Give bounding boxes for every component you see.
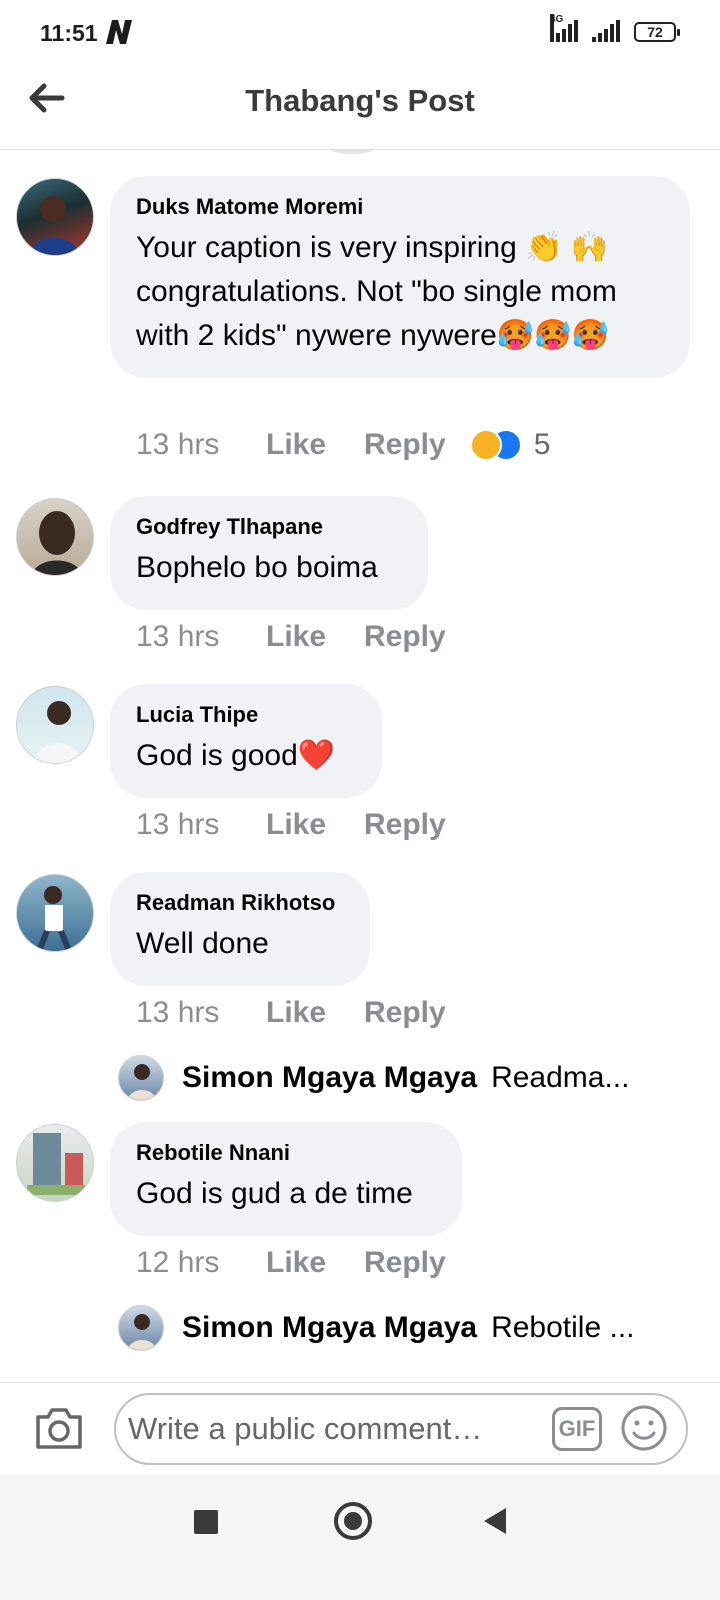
comment-actions: 13 hrs Like Reply 5: [136, 428, 550, 462]
reply-preview[interactable]: Simon Mgaya Mgaya Rebotile ...: [118, 1302, 635, 1354]
reply-preview[interactable]: Simon Mgaya Mgaya Readma...: [118, 1052, 629, 1104]
avatar[interactable]: [16, 874, 94, 952]
avatar[interactable]: [118, 1055, 164, 1101]
comment-bubble[interactable]: Duks Matome Moremi Your caption is very …: [110, 176, 690, 378]
reply-button[interactable]: Reply: [364, 996, 446, 1030]
reply-snippet: Rebotile ...: [491, 1311, 635, 1344]
battery-icon: 72: [634, 22, 680, 42]
reply-button[interactable]: Reply: [364, 1246, 446, 1280]
home-circle-icon[interactable]: [334, 1502, 372, 1540]
comment-text: Well done: [136, 927, 269, 960]
comment-actions: 13 hrs Like Reply: [136, 996, 446, 1030]
back-triangle-icon[interactable]: [484, 1508, 506, 1534]
comment-actions: 13 hrs Like Reply: [136, 808, 446, 842]
comment-actions: 12 hrs Like Reply: [136, 1246, 446, 1280]
comment-author[interactable]: Readman Rikhotso: [136, 890, 344, 916]
like-button[interactable]: Like: [266, 996, 364, 1030]
system-nav-bar: [0, 1474, 720, 1600]
signal-icon-2: [592, 20, 620, 42]
avatar[interactable]: [16, 178, 94, 256]
comment-time[interactable]: 12 hrs: [136, 1246, 266, 1280]
comment-actions: 13 hrs Like Reply: [136, 620, 446, 654]
header: Thabang's Post: [0, 66, 720, 150]
comment-composer: GIF: [0, 1382, 720, 1474]
reaction-summary[interactable]: 5: [469, 428, 551, 462]
network-type: 4G: [550, 14, 563, 42]
like-button[interactable]: Like: [266, 1246, 364, 1280]
comment-input-container[interactable]: GIF: [114, 1393, 688, 1465]
battery-level: 72: [647, 24, 663, 40]
comment-bubble[interactable]: Readman Rikhotso Well done: [110, 872, 370, 986]
comment-bubble[interactable]: Rebotile Nnani God is gud a de time: [110, 1122, 462, 1236]
comment-author[interactable]: Duks Matome Moremi: [136, 194, 664, 220]
page-title: Thabang's Post: [245, 83, 475, 118]
comment-text: Bophelo bo boima: [136, 551, 378, 584]
comment-time[interactable]: 13 hrs: [136, 808, 266, 842]
comment-bubble[interactable]: Godfrey Tlhapane Bophelo bo boima: [110, 496, 428, 610]
signal-icon: 4G: [550, 14, 578, 42]
reply-author[interactable]: Simon Mgaya Mgaya: [182, 1061, 477, 1095]
recents-square-icon[interactable]: [194, 1510, 218, 1534]
avatar[interactable]: [118, 1305, 164, 1351]
avatar[interactable]: [16, 498, 94, 576]
status-bar: 11:51 4G 72: [0, 0, 720, 66]
reaction-count: 5: [533, 428, 551, 461]
reply-author[interactable]: Simon Mgaya Mgaya: [182, 1311, 477, 1345]
status-icons: 4G 72: [550, 14, 680, 42]
reply-button[interactable]: Reply: [364, 428, 446, 462]
previous-comment-edge: [330, 150, 374, 154]
comment-author[interactable]: Lucia Thipe: [136, 702, 356, 728]
comment-text: Your caption is very inspiring 👏 🙌 congr…: [136, 231, 617, 352]
netflix-notification-icon: [106, 20, 132, 44]
avatar[interactable]: [16, 686, 94, 764]
reply-button[interactable]: Reply: [364, 620, 446, 654]
like-button[interactable]: Like: [266, 428, 364, 462]
comment-time[interactable]: 13 hrs: [136, 620, 266, 654]
reply-button[interactable]: Reply: [364, 808, 446, 842]
avatar[interactable]: [16, 1124, 94, 1202]
comment-author[interactable]: Godfrey Tlhapane: [136, 514, 402, 540]
comment-input[interactable]: [128, 1409, 538, 1449]
haha-reaction-icon: [469, 429, 502, 461]
comment-time[interactable]: 13 hrs: [136, 996, 266, 1030]
reply-snippet: Readma...: [491, 1061, 630, 1094]
gif-button[interactable]: GIF: [552, 1407, 602, 1451]
comment-time[interactable]: 13 hrs: [136, 428, 266, 462]
comment-author[interactable]: Rebotile Nnani: [136, 1140, 436, 1166]
like-button[interactable]: Like: [266, 808, 364, 842]
camera-icon[interactable]: [34, 1405, 84, 1451]
like-button[interactable]: Like: [266, 620, 364, 654]
comment-text: God is good❤️: [136, 739, 336, 772]
comment-text: God is gud a de time: [136, 1177, 413, 1210]
comment-bubble[interactable]: Lucia Thipe God is good❤️: [110, 684, 382, 798]
comment-list[interactable]: Duks Matome Moremi Your caption is very …: [0, 150, 720, 1382]
status-time: 11:51: [40, 20, 98, 46]
smiley-icon[interactable]: [620, 1404, 668, 1452]
